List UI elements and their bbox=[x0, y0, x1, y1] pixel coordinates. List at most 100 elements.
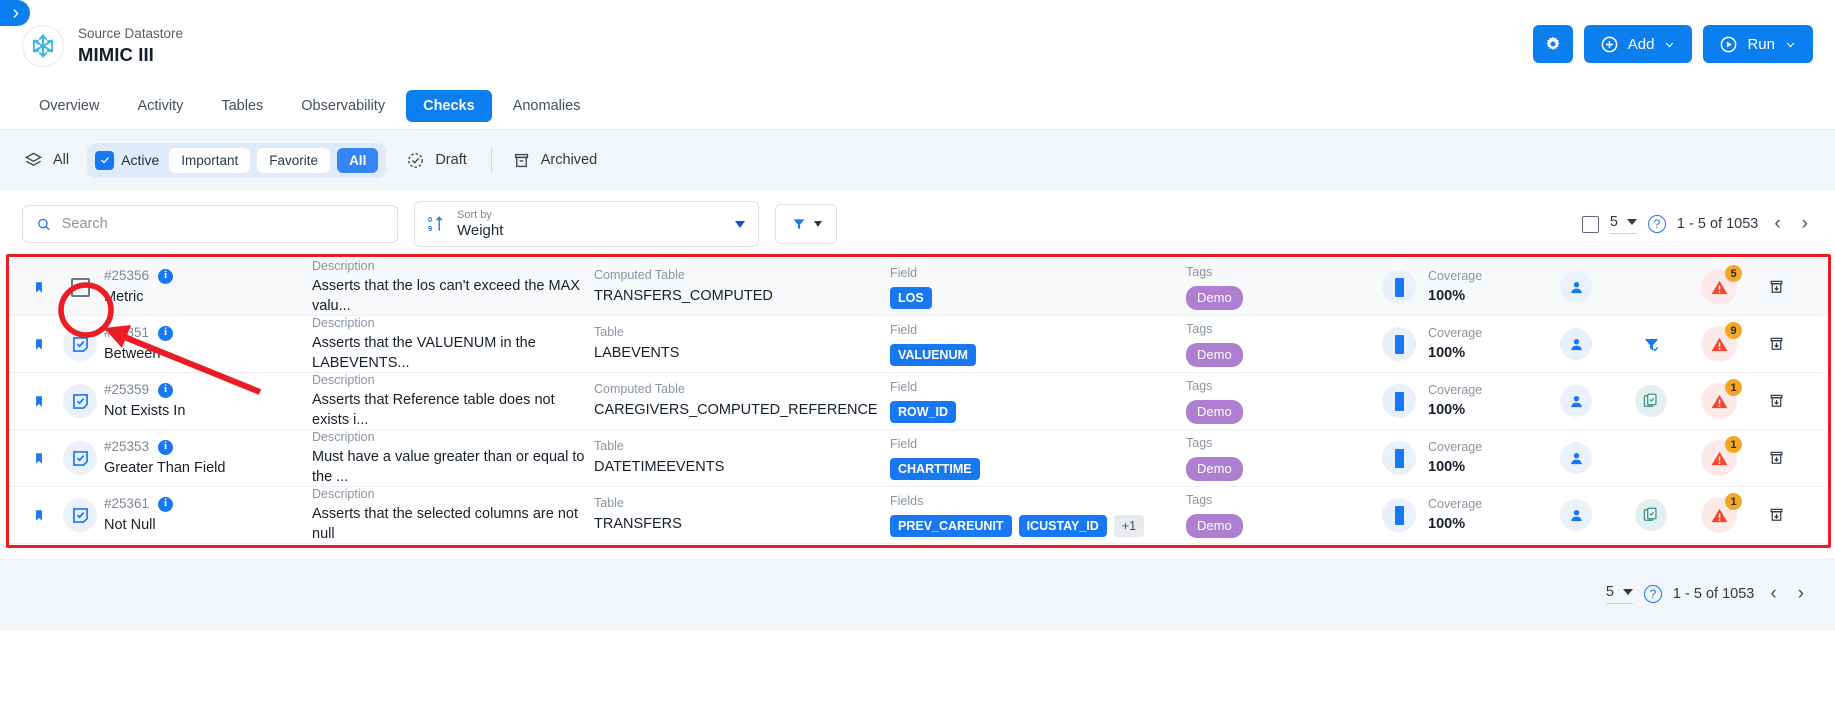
funnel-icon bbox=[793, 219, 804, 230]
tab-anomalies[interactable]: Anomalies bbox=[496, 90, 598, 122]
table-row[interactable]: #25353 i Greater Than Field Description … bbox=[8, 430, 1827, 487]
owner-cell[interactable] bbox=[1538, 271, 1614, 303]
table-row[interactable]: #25351 i Between Description Asserts tha… bbox=[8, 316, 1827, 373]
description-label: Description bbox=[312, 372, 375, 387]
bookmark-icon[interactable] bbox=[22, 393, 56, 410]
owner-cell[interactable] bbox=[1538, 499, 1614, 531]
select-all-checkbox[interactable] bbox=[1581, 215, 1599, 233]
help-circle-icon[interactable]: ? bbox=[1647, 215, 1666, 233]
archive-icon bbox=[1770, 337, 1782, 350]
row-clipboard-indicator[interactable] bbox=[1614, 385, 1688, 417]
page-size-value: 5 bbox=[1605, 584, 1614, 600]
tab-overview[interactable]: Overview bbox=[22, 90, 116, 122]
search-input[interactable] bbox=[61, 216, 384, 232]
info-icon[interactable]: i bbox=[158, 496, 174, 512]
segment-important[interactable]: Important bbox=[169, 147, 251, 173]
header-actions: Add Run bbox=[1532, 25, 1813, 63]
settings-button[interactable] bbox=[1532, 25, 1573, 63]
table-value: TRANSFERS bbox=[594, 516, 682, 533]
page-size-selector-bottom[interactable]: 5 bbox=[1605, 584, 1633, 604]
tab-tables[interactable]: Tables bbox=[204, 90, 280, 122]
active-checkbox[interactable] bbox=[95, 150, 115, 170]
alert-cell[interactable]: 1 bbox=[1688, 436, 1750, 476]
alert-cell[interactable]: 9 bbox=[1688, 322, 1750, 362]
row-status-toggle[interactable] bbox=[56, 498, 104, 532]
table-row[interactable]: #25356 i Metric Description Asserts that… bbox=[8, 259, 1827, 316]
coverage-bar-icon bbox=[1394, 277, 1404, 297]
row-status-toggle[interactable] bbox=[56, 327, 104, 361]
sort-dropdown[interactable]: 0 9 Sort by Weight bbox=[414, 201, 759, 247]
more-fields-badge[interactable]: +1 bbox=[1113, 514, 1145, 538]
archive-row-button[interactable] bbox=[1750, 335, 1802, 353]
alert-cell[interactable]: 1 bbox=[1688, 493, 1750, 533]
sidebar-expand-button[interactable] bbox=[0, 0, 30, 26]
field-label: Field bbox=[890, 265, 918, 280]
owner-cell[interactable] bbox=[1538, 328, 1614, 360]
draft-circle-icon bbox=[408, 152, 424, 168]
segment-favorite[interactable]: Favorite bbox=[257, 147, 331, 173]
table-row[interactable]: #25361 i Not Null Description Asserts th… bbox=[8, 487, 1827, 544]
info-icon[interactable]: i bbox=[158, 439, 174, 455]
empty-checkbox-icon[interactable] bbox=[70, 277, 90, 297]
check-tags-cell: Tags Demo bbox=[1186, 321, 1382, 367]
archive-row-button[interactable] bbox=[1750, 278, 1802, 296]
row-clipboard-indicator[interactable] bbox=[1614, 499, 1688, 531]
check-description-cell: Description Asserts that the selected co… bbox=[312, 486, 594, 545]
info-icon[interactable]: i bbox=[158, 325, 174, 341]
field-label: Field bbox=[890, 436, 918, 451]
checked-document-icon bbox=[72, 507, 88, 523]
table-value: LABEVENTS bbox=[594, 345, 680, 362]
archive-row-button[interactable] bbox=[1750, 449, 1802, 467]
tab-activity[interactable]: Activity bbox=[120, 90, 200, 122]
filter-draft[interactable]: Draft bbox=[406, 151, 467, 170]
search-field[interactable] bbox=[22, 205, 398, 243]
user-icon bbox=[1570, 509, 1582, 521]
row-status-toggle[interactable] bbox=[56, 441, 104, 475]
archive-row-button[interactable] bbox=[1750, 392, 1802, 410]
run-button[interactable]: Run bbox=[1703, 25, 1813, 63]
filter-all[interactable]: All bbox=[24, 151, 69, 170]
info-icon[interactable]: i bbox=[158, 268, 174, 284]
add-button[interactable]: Add bbox=[1583, 25, 1693, 63]
check-identity: #25359 i Not Exists In bbox=[104, 381, 312, 420]
owner-cell[interactable] bbox=[1538, 442, 1614, 474]
table-row[interactable]: #25359 i Not Exists In Description Asser… bbox=[8, 373, 1827, 430]
bookmark-icon[interactable] bbox=[22, 507, 56, 524]
info-icon[interactable]: i bbox=[158, 382, 174, 398]
segment-all[interactable]: All bbox=[337, 147, 379, 173]
coverage-cell: Coverage 100% bbox=[1382, 325, 1538, 363]
page-header: Source Datastore MIMIC III Add Run bbox=[0, 0, 1835, 82]
prev-page-button-bottom[interactable]: ‹ bbox=[1765, 583, 1781, 605]
archive-icon bbox=[1770, 451, 1782, 464]
next-page-button-top[interactable]: › bbox=[1797, 213, 1813, 235]
coverage-value: 100% bbox=[1428, 344, 1466, 361]
row-status-toggle[interactable] bbox=[56, 270, 104, 304]
next-page-button-bottom[interactable]: › bbox=[1793, 583, 1809, 605]
row-status-toggle[interactable] bbox=[56, 384, 104, 418]
row-filter-indicator[interactable] bbox=[1614, 335, 1688, 354]
page-size-selector-top[interactable]: 5 bbox=[1609, 214, 1637, 234]
prev-page-button-top[interactable]: ‹ bbox=[1769, 213, 1785, 235]
filter-archived[interactable]: Archived bbox=[512, 151, 597, 170]
table-label: Table bbox=[594, 496, 624, 511]
owner-cell[interactable] bbox=[1538, 385, 1614, 417]
archive-row-button[interactable] bbox=[1750, 506, 1802, 524]
datastore-subtitle: Source Datastore bbox=[78, 25, 184, 41]
check-field-cell: Field LOS bbox=[890, 265, 1186, 310]
tab-checks[interactable]: Checks bbox=[406, 89, 492, 122]
filter-dropdown-button[interactable] bbox=[775, 204, 837, 244]
add-button-label: Add bbox=[1627, 35, 1655, 53]
bookmark-icon[interactable] bbox=[22, 336, 56, 353]
coverage-bar-icon bbox=[1394, 448, 1404, 468]
bookmark-icon[interactable] bbox=[22, 450, 56, 467]
alert-cell[interactable]: 5 bbox=[1688, 265, 1750, 305]
clipboard-check-icon bbox=[1643, 507, 1657, 521]
bookmark-icon[interactable] bbox=[22, 279, 56, 296]
help-circle-icon[interactable]: ? bbox=[1643, 585, 1662, 603]
tab-observability[interactable]: Observability bbox=[284, 90, 402, 122]
archive-icon bbox=[1770, 280, 1782, 293]
archive-icon bbox=[514, 153, 528, 167]
alert-cell[interactable]: 1 bbox=[1688, 379, 1750, 419]
coverage-label: Coverage bbox=[1428, 325, 1483, 340]
checks-table-wrapper: #25356 i Metric Description Asserts that… bbox=[0, 254, 1835, 548]
